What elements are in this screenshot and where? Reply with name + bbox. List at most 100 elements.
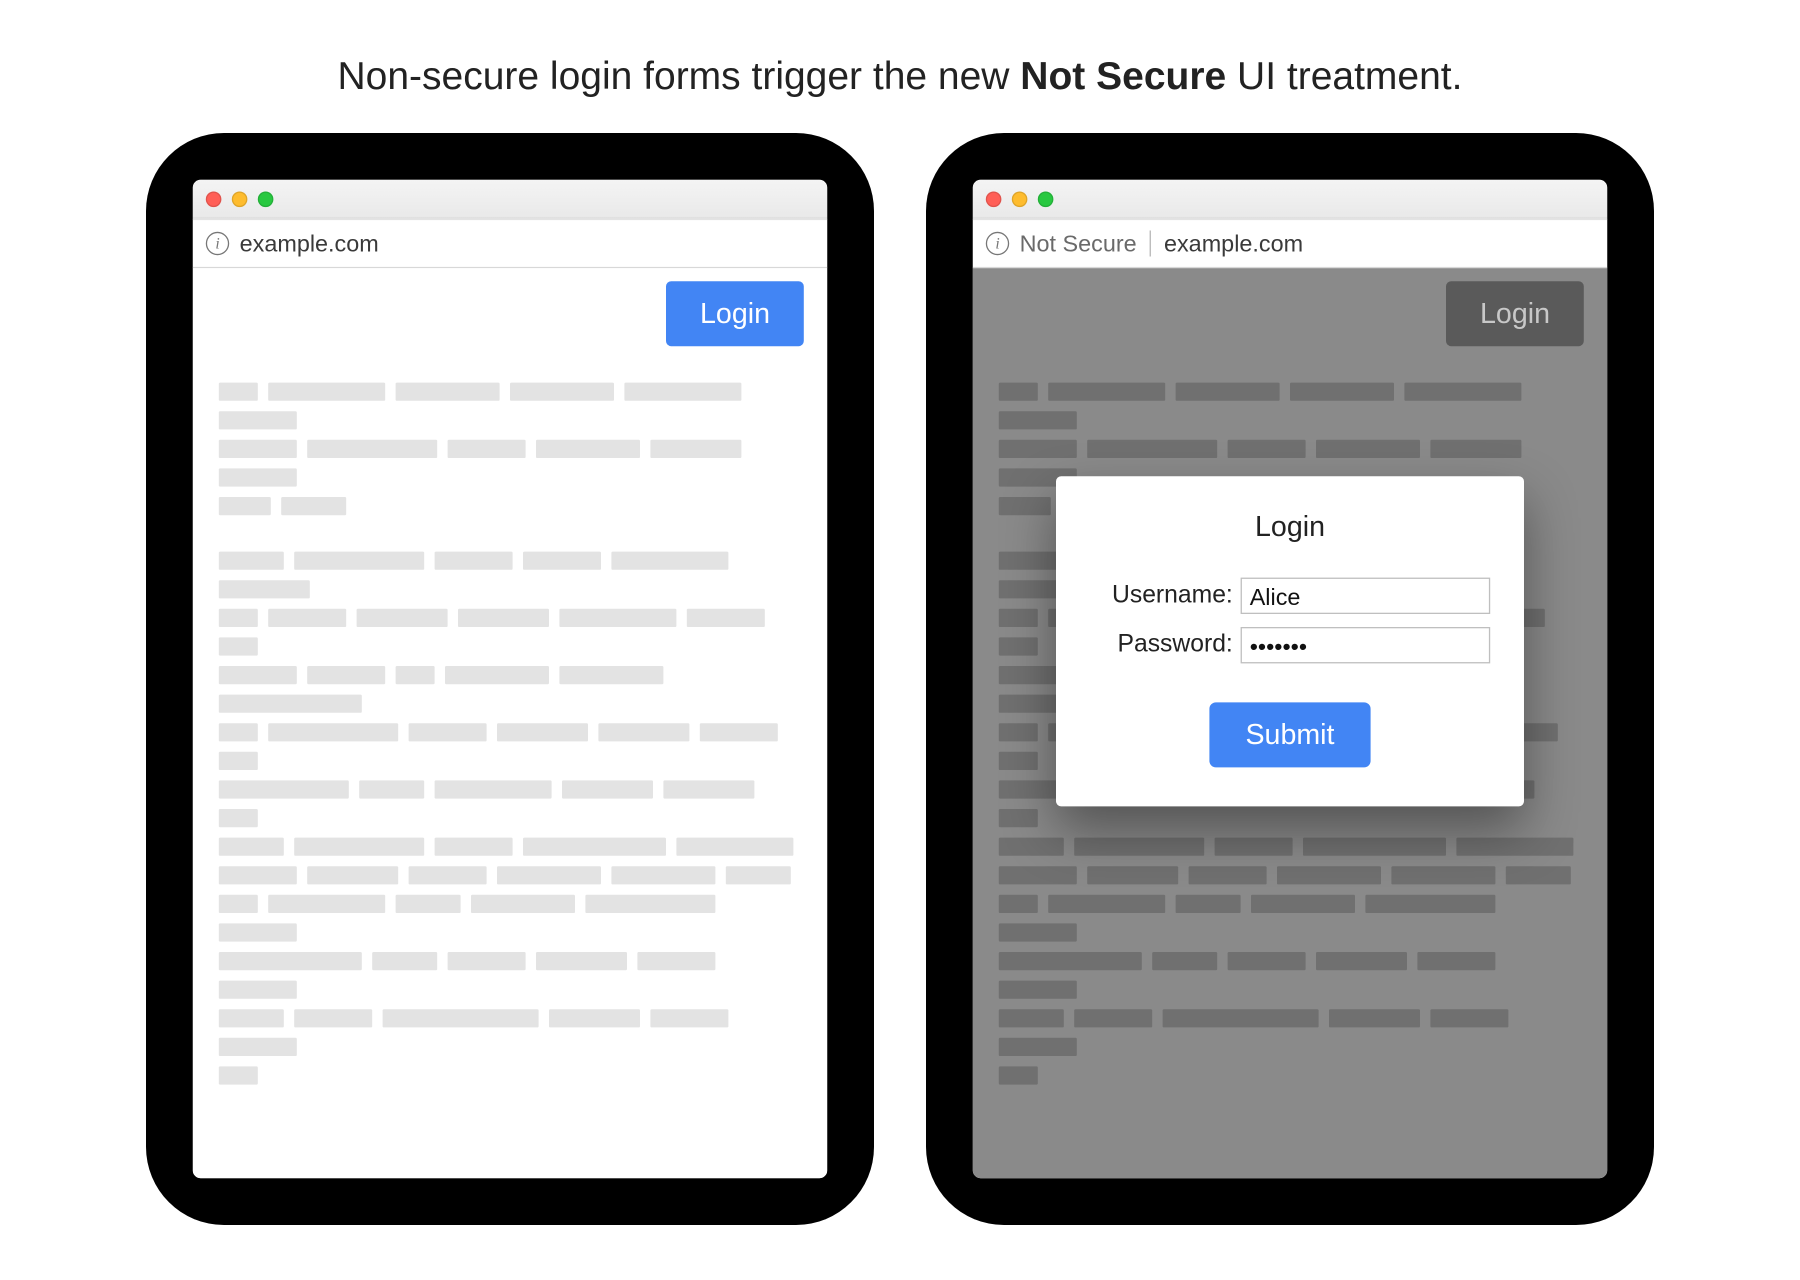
placeholder-bar — [999, 923, 1077, 941]
placeholder-bar — [1290, 383, 1394, 401]
username-label: Username: — [1090, 582, 1233, 611]
placeholder-bar — [1074, 838, 1204, 856]
placeholder-bar — [999, 411, 1077, 429]
placeholder-bar — [999, 752, 1038, 770]
placeholder-bar — [999, 866, 1077, 884]
placeholder-bar — [445, 666, 549, 684]
placeholder-bar — [585, 895, 715, 913]
close-icon[interactable] — [986, 191, 1002, 207]
placeholder-bar — [510, 383, 614, 401]
placeholder-bar — [219, 497, 271, 515]
placeholder-bar — [999, 723, 1038, 741]
placeholder-bar — [598, 723, 689, 741]
placeholder-bar — [1316, 952, 1407, 970]
placeholder-bar — [999, 981, 1077, 999]
placeholder-bar — [307, 666, 385, 684]
minimize-icon[interactable] — [232, 191, 248, 207]
submit-button[interactable]: Submit — [1209, 702, 1371, 767]
placeholder-bar — [219, 838, 284, 856]
modal-title: Login — [1090, 510, 1490, 544]
login-button[interactable]: Login — [666, 281, 804, 346]
placeholder-bar — [471, 895, 575, 913]
titlebar — [973, 180, 1607, 219]
placeholder-bar — [676, 838, 793, 856]
placeholder-bar — [396, 895, 461, 913]
placeholder-bar — [999, 609, 1038, 627]
placeholder-bar — [611, 552, 728, 570]
placeholder-bar — [219, 981, 297, 999]
placeholder-bar — [219, 1038, 297, 1056]
placeholder-bar — [497, 866, 601, 884]
placeholder-bar — [1506, 866, 1571, 884]
placeholder-bar — [999, 1009, 1064, 1027]
placeholder-bar — [219, 552, 284, 570]
placeholder-bar — [611, 866, 715, 884]
placeholder-bar — [549, 1009, 640, 1027]
placeholder-bar — [383, 1009, 539, 1027]
placeholder-bar — [1430, 1009, 1508, 1027]
placeholder-bar — [219, 952, 362, 970]
placeholder-bar — [1152, 952, 1217, 970]
placeholder-bar — [650, 1009, 728, 1027]
placeholder-bar — [409, 723, 487, 741]
placeholder-bar — [219, 637, 258, 655]
placeholder-bar — [1456, 838, 1573, 856]
placeholder-bar — [1163, 1009, 1319, 1027]
placeholder-bar — [999, 895, 1038, 913]
placeholder-bar — [435, 552, 513, 570]
maximize-icon[interactable] — [258, 191, 274, 207]
placeholder-bar — [294, 1009, 372, 1027]
placeholder-bar — [999, 637, 1038, 655]
placeholder-bar — [1329, 1009, 1420, 1027]
placeholder-bar — [1048, 383, 1165, 401]
placeholder-bar — [1417, 952, 1495, 970]
placeholder-bar — [281, 497, 346, 515]
placeholder-bar — [268, 609, 346, 627]
placeholder-bar — [448, 440, 526, 458]
placeholder-bar — [1087, 440, 1217, 458]
info-icon[interactable]: i — [206, 232, 229, 255]
placeholder-bar — [359, 780, 424, 798]
browser-window-right: i Not Secure example.com Login Login Use… — [973, 180, 1607, 1178]
placeholder-bar — [637, 952, 715, 970]
address-bar[interactable]: i Not Secure example.com — [973, 219, 1607, 268]
maximize-icon[interactable] — [1038, 191, 1054, 207]
placeholder-bar — [536, 952, 627, 970]
placeholder-bar — [559, 609, 676, 627]
caption-prefix: Non-secure login forms trigger the new — [338, 55, 1021, 98]
placeholder-bar — [523, 838, 666, 856]
placeholder-bar — [1404, 383, 1521, 401]
placeholder-bar — [219, 468, 297, 486]
placeholder-bar — [268, 895, 385, 913]
placeholder-bar — [268, 723, 398, 741]
placeholder-bar — [687, 609, 765, 627]
placeholder-bar — [1303, 838, 1446, 856]
placeholder-bar — [294, 838, 424, 856]
device-left: i example.com Login — [146, 133, 874, 1225]
placeholder-bar — [219, 1066, 258, 1084]
minimize-icon[interactable] — [1012, 191, 1028, 207]
placeholder-bar — [396, 666, 435, 684]
login-button[interactable]: Login — [1446, 281, 1584, 346]
placeholder-bar — [435, 780, 552, 798]
placeholder-bar — [1365, 895, 1495, 913]
separator — [1150, 231, 1151, 257]
placeholder-bar — [1391, 866, 1495, 884]
placeholder-bar — [999, 809, 1038, 827]
security-status: Not Secure — [1020, 230, 1137, 257]
placeholder-bar — [409, 866, 487, 884]
placeholder-bar — [1176, 383, 1280, 401]
password-label: Password: — [1090, 631, 1233, 660]
placeholder-bar — [497, 723, 588, 741]
placeholder-bar — [999, 1066, 1038, 1084]
placeholder-bar — [999, 440, 1077, 458]
password-input[interactable]: ••••••• — [1241, 627, 1491, 663]
close-icon[interactable] — [206, 191, 222, 207]
placeholder-bar — [219, 780, 349, 798]
placeholder-bar — [559, 666, 663, 684]
address-bar[interactable]: i example.com — [193, 219, 827, 268]
placeholder-bar — [458, 609, 549, 627]
info-icon[interactable]: i — [986, 232, 1009, 255]
username-input[interactable]: Alice — [1241, 578, 1491, 614]
placeholder-bar — [219, 383, 258, 401]
